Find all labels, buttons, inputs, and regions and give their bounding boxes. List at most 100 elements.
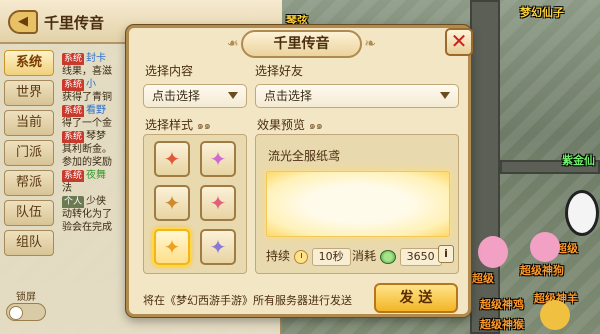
dialog-title: 千里传音 [241,30,376,58]
cost-value: 3650 [399,247,442,266]
chat-message: 系统小 [62,78,132,91]
message-text: 验会在完成 [62,222,112,233]
lock-screen-label: 锁屏 [16,292,36,303]
style-option-3[interactable]: ✦ [154,185,190,221]
tab-world[interactable]: 世界 [4,80,54,106]
message-text: 动转化为了 [62,209,112,220]
chevron-down-icon [440,92,450,99]
chat-message: 得了一个金 [62,117,132,130]
duration-value: 10秒 [311,247,351,266]
kite-icon: ✦ [209,235,227,259]
channel-badge: 系统 [62,79,85,91]
message-text: 琴梦 [86,131,107,142]
kite-paper-preview [266,171,450,237]
message-text: 少侠 [86,196,107,207]
select-friend-dropdown[interactable]: 点击选择 [255,84,459,108]
channel-badge: 系统 [62,105,85,117]
tab-current[interactable]: 当前 [4,110,54,136]
cost-row: 消耗 3650 [352,247,442,266]
message-text: 其利断金。 [62,144,112,155]
npc-sprite[interactable] [478,236,508,268]
npc-sprite[interactable] [540,300,570,330]
npc-sprite[interactable] [530,232,560,262]
select-style-text: 选择样式 [145,118,194,132]
duration-label: 持续 [266,249,291,263]
broadcast-dialog: 千里传音 ✕ 选择内容 点击选择 选择好友 点击选择 选择样式 ๑๑ 效果预览 … [126,25,473,317]
lock-screen-toggle[interactable] [6,303,46,321]
select-friend-label: 选择好友 [255,64,304,78]
send-button[interactable]: 发 送 [374,283,458,313]
horn-icon[interactable]: ◀ [8,10,38,34]
channel-badge: 系统 [62,53,85,65]
swirl-ornament-icon: ๑๑ [196,119,211,132]
chat-message: 线果，喜滋 [62,65,132,78]
chat-message: 法 [62,182,132,195]
sender-name[interactable]: 小 [86,79,96,90]
sender-name[interactable]: 夜舞 [86,170,106,181]
npc-sprite[interactable] [565,190,599,236]
chat-message-list[interactable]: 系统 封卡 线果，喜滋 系统小 获得了青铜 系统 看野 得了一个金 系统 琴梦 其利断… [62,52,132,234]
tab-system[interactable]: 系统 [4,50,54,76]
chat-message: 系统 琴梦 [62,130,132,143]
kite-icon: ✦ [209,147,227,171]
chat-message: 系统 封卡 [62,52,132,65]
chat-message: 验会在完成 [62,221,132,234]
select-content-label: 选择内容 [145,64,194,78]
clock-icon [293,249,308,264]
preview-text-label: 效果预览 [257,118,306,132]
channel-badge: 系统 [62,131,85,143]
close-button[interactable]: ✕ [445,28,473,56]
chat-message: 系统 夜舞 [62,169,132,182]
tab-group[interactable]: 组队 [4,230,54,256]
npc-name-label[interactable]: 紫金仙 [562,152,595,168]
cost-label: 消耗 [352,249,377,263]
chat-message: 获得了青铜 [62,91,132,104]
duration-row: 持续 10秒 [266,247,351,266]
chat-message: 系统 看野 [62,104,132,117]
style-grid: ✦ ✦ ✦ ✦ ✦ ✦ [143,134,247,274]
chat-message: 参加的奖励 [62,156,132,169]
chat-message: 个人 少侠 [62,195,132,208]
swirl-ornament-icon: ๑๑ [308,119,323,132]
footer-note: 将在《梦幻西游手游》所有服务器进行发送 [143,294,352,307]
chat-title: 千里传音 [44,14,105,32]
message-text: 参加的奖励 [62,157,112,168]
kite-icon: ✦ [163,235,181,259]
sender-name[interactable]: 看野 [86,105,106,116]
kite-icon: ✦ [209,191,227,215]
select-friend-value: 点击选择 [264,89,313,103]
chat-message: 动转化为了 [62,208,132,221]
style-option-5[interactable]: ✦ [154,229,190,265]
npc-name-label[interactable]: 超级神猴 [480,316,524,332]
npc-name-label[interactable]: 梦幻仙子 [520,4,564,20]
channel-badge: 系统 [62,170,85,182]
select-content-value: 点击选择 [152,89,201,103]
info-button[interactable]: i [438,245,454,263]
npc-name-label[interactable]: 超级神狗 [520,262,564,278]
message-text: 法 [62,183,72,194]
chat-message: 其利断金。 [62,143,132,156]
preview-panel: 流光全服纸鸢 持续 10秒 消耗 3650 i [255,134,459,274]
silver-coin-icon [379,249,396,264]
channel-badge: 个人 [62,196,85,208]
npc-name-label[interactable]: 超级神鸡 [480,296,524,312]
kite-icon: ✦ [163,147,181,171]
chat-channel-tabs: 系统 世界 当前 门派 帮派 队伍 组队 [4,50,54,260]
message-text: 线果，喜滋 [62,66,112,77]
npc-name-label[interactable]: 超级 [472,270,494,286]
kite-icon: ✦ [163,191,181,215]
style-option-6[interactable]: ✦ [200,229,236,265]
style-option-2[interactable]: ✦ [200,141,236,177]
sender-name[interactable]: 封卡 [86,53,106,64]
style-option-1[interactable]: ✦ [154,141,190,177]
tab-sect[interactable]: 门派 [4,140,54,166]
preview-label: 效果预览 ๑๑ [257,116,323,134]
tab-guild[interactable]: 帮派 [4,170,54,196]
message-text: 获得了青铜 [62,92,112,103]
tab-team[interactable]: 队伍 [4,200,54,226]
select-style-label: 选择样式 ๑๑ [145,116,211,134]
style-option-4[interactable]: ✦ [200,185,236,221]
message-text: 得了一个金 [62,118,112,129]
select-content-dropdown[interactable]: 点击选择 [143,84,247,108]
chevron-down-icon [228,92,238,99]
